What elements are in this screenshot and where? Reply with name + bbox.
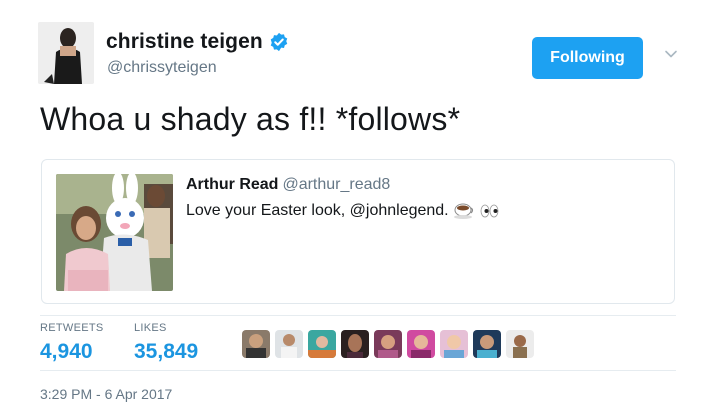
liker-avatar[interactable] — [341, 330, 369, 358]
tweet-text: Whoa u shady as f!! *follows* — [40, 101, 461, 137]
verified-badge-icon — [270, 32, 288, 52]
liker-avatars — [242, 330, 539, 358]
quoted-tweet-text: Love your Easter look, @johnlegend. — [186, 202, 449, 219]
likes-count[interactable]: 35,849 — [134, 340, 198, 364]
tweet-card: christine teigen @chrissyteigen Followin… — [0, 0, 717, 413]
retweets-label: RETWEETS — [40, 322, 104, 334]
liker-avatar[interactable] — [407, 330, 435, 358]
liker-avatar[interactable] — [374, 330, 402, 358]
likes-label: LIKES — [134, 322, 167, 334]
tweet-timestamp[interactable]: 3:29 PM - 6 Apr 2017 — [40, 386, 172, 402]
liker-avatar[interactable] — [308, 330, 336, 358]
retweets-stat[interactable]: RETWEETS 4,940 — [40, 322, 104, 364]
retweets-count[interactable]: 4,940 — [40, 340, 104, 364]
likes-stat[interactable]: LIKES 35,849 — [134, 322, 198, 364]
stats-divider-bottom — [40, 370, 676, 371]
quoted-tweet-text-row: Love your Easter look, @johnlegend. — [186, 202, 499, 220]
author-avatar[interactable] — [38, 22, 94, 84]
following-button[interactable]: Following — [532, 37, 643, 79]
easter-photo-image — [56, 174, 173, 291]
quoted-tweet-photo[interactable] — [56, 174, 173, 291]
quoted-author-handle[interactable]: @arthur_read8 — [282, 176, 390, 193]
liker-avatar[interactable] — [473, 330, 501, 358]
quoted-author-name[interactable]: Arthur Read — [186, 176, 278, 193]
liker-avatar[interactable] — [506, 330, 534, 358]
author-handle[interactable]: @chrissyteigen — [107, 59, 217, 77]
stats-divider-top — [40, 315, 676, 316]
liker-avatar[interactable] — [440, 330, 468, 358]
eyes-icon — [480, 204, 499, 218]
liker-avatar[interactable] — [275, 330, 303, 358]
liker-avatar[interactable] — [242, 330, 270, 358]
author-display-name[interactable]: christine teigen — [106, 30, 263, 54]
quoted-tweet[interactable]: Arthur Read @arthur_read8 Love your Easte… — [41, 159, 675, 304]
quoted-tweet-header: Arthur Read @arthur_read8 — [186, 176, 390, 194]
chevron-down-icon[interactable] — [663, 46, 679, 62]
author-name-row: christine teigen — [106, 30, 289, 54]
author-avatar-image — [38, 22, 94, 84]
coffee-icon — [453, 203, 473, 219]
